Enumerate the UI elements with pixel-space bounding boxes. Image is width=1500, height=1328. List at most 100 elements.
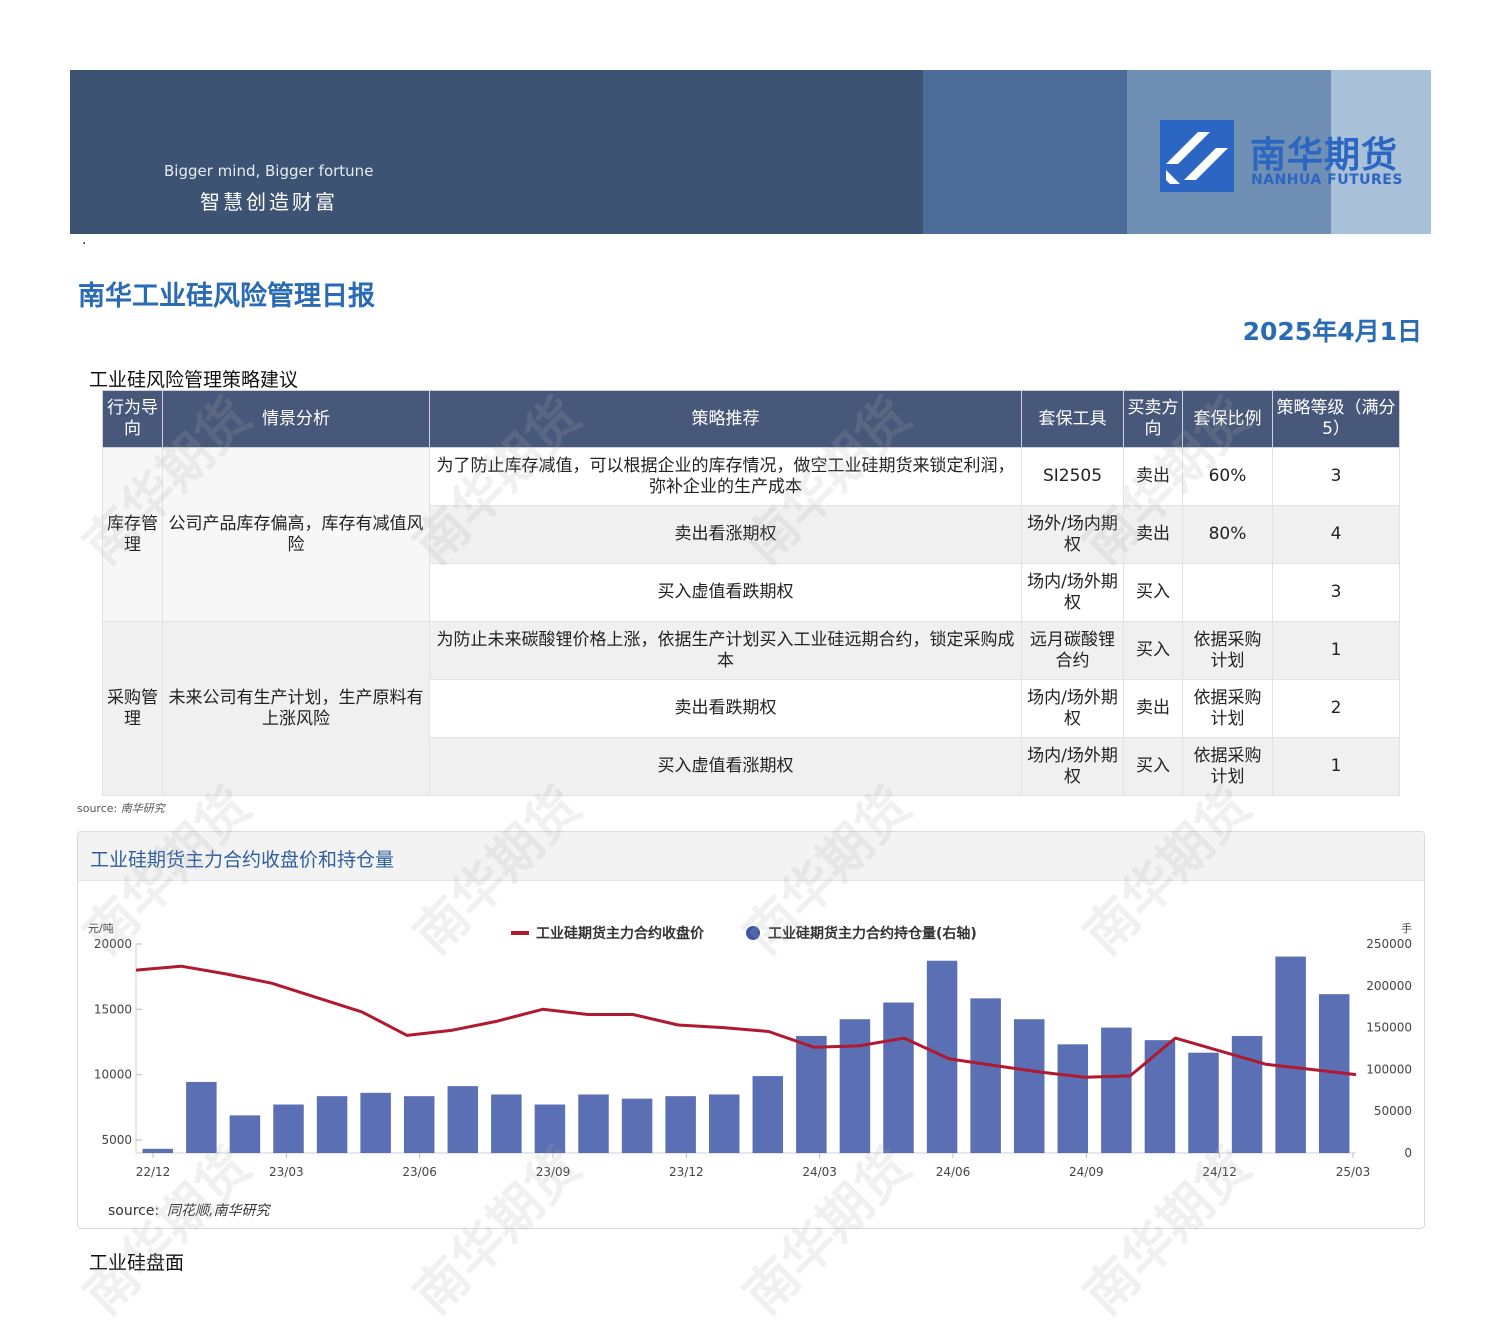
source-label: source: bbox=[77, 802, 118, 815]
open-interest-bar bbox=[665, 1096, 696, 1153]
x-axis-label: 24/09 bbox=[1069, 1165, 1104, 1179]
column-header: 策略推荐 bbox=[429, 390, 1022, 448]
report-title: 南华工业硅风险管理日报 bbox=[78, 281, 375, 312]
side-cell: 买入 bbox=[1123, 563, 1183, 622]
right-axis-label: 250000 bbox=[1366, 937, 1412, 951]
x-axis-label: 24/06 bbox=[936, 1165, 971, 1179]
column-header: 套保比例 bbox=[1182, 390, 1273, 448]
ratio-cell: 依据采购计划 bbox=[1182, 737, 1273, 796]
level-cell: 1 bbox=[1272, 737, 1400, 796]
column-header: 策略等级（满分5） bbox=[1272, 390, 1400, 448]
open-interest-bar bbox=[229, 1115, 261, 1153]
report-date: 2025年4月1日 bbox=[1242, 317, 1422, 346]
bullet-dot: · bbox=[82, 236, 87, 252]
open-interest-bar bbox=[142, 1148, 174, 1153]
level-cell: 1 bbox=[1272, 621, 1400, 680]
open-interest-bar bbox=[708, 1094, 740, 1153]
strategy-cell: 为了防止库存减值，可以根据企业的库存情况，做空工业硅期货来锁定利润，弥补企业的生… bbox=[429, 447, 1022, 506]
open-interest-bar bbox=[360, 1092, 391, 1153]
open-interest-bar bbox=[491, 1094, 522, 1153]
strategy-cell: 买入虚值看涨期权 bbox=[429, 737, 1022, 796]
open-interest-bar bbox=[752, 1076, 784, 1153]
open-interest-bar bbox=[1101, 1027, 1132, 1153]
chart-source-label: source: bbox=[108, 1203, 159, 1219]
table-row: 库存管理 公司产品库存偏高，库存有减值风险 为了防止库存减值，可以根据企业的库存… bbox=[102, 447, 1400, 622]
slogan-chinese: 智慧创造财富 bbox=[200, 190, 338, 214]
ratio-cell bbox=[1182, 563, 1273, 622]
open-interest-bar bbox=[796, 1035, 827, 1153]
tool-cell: 远月碳酸锂合约 bbox=[1021, 621, 1124, 680]
chart-header: 工业硅期货主力合约收盘价和持仓量 bbox=[78, 832, 1424, 881]
x-axis-label: 22/12 bbox=[136, 1165, 171, 1179]
banner-band bbox=[923, 70, 1127, 234]
side-cell: 卖出 bbox=[1123, 505, 1183, 564]
open-interest-bar bbox=[1144, 1040, 1176, 1153]
tool-cell: 场内/场外期权 bbox=[1021, 679, 1124, 738]
level-cell: 3 bbox=[1272, 447, 1400, 506]
legend-price: 工业硅期货主力合约收盘价 bbox=[536, 925, 705, 942]
open-interest-bar bbox=[839, 1019, 871, 1153]
ratio-cell: 60% bbox=[1182, 447, 1273, 506]
level-cell: 4 bbox=[1272, 505, 1400, 564]
open-interest-bar bbox=[403, 1096, 435, 1153]
legend-dot-marker bbox=[746, 926, 760, 940]
chart-card: 工业硅期货主力合约收盘价和持仓量 元/吨 手 工业硅期货主力合约收盘价 工业硅期… bbox=[77, 831, 1425, 1229]
strategy-cell: 买入虚值看跌期权 bbox=[429, 563, 1022, 622]
column-header: 情景分析 bbox=[162, 390, 430, 448]
strategy-cell: 卖出看跌期权 bbox=[429, 679, 1022, 738]
open-interest-bar bbox=[1013, 1019, 1045, 1153]
side-cell: 买入 bbox=[1123, 621, 1183, 680]
ratio-cell: 80% bbox=[1182, 505, 1273, 564]
side-cell: 卖出 bbox=[1123, 679, 1183, 738]
nanhua-logo-icon bbox=[1160, 120, 1234, 192]
side-cell: 卖出 bbox=[1123, 447, 1183, 506]
x-axis-label: 25/03 bbox=[1336, 1165, 1371, 1179]
price-open-interest-chart: 元/吨 手 工业硅期货主力合约收盘价 工业硅期货主力合约持仓量(右轴) 2000… bbox=[88, 921, 1412, 1219]
open-interest-bar bbox=[578, 1094, 609, 1153]
column-header: 行为导向 bbox=[102, 390, 163, 448]
right-axis-label: 100000 bbox=[1366, 1062, 1412, 1076]
open-interest-bar bbox=[970, 998, 1001, 1153]
legend-open-interest: 工业硅期货主力合约持仓量(右轴) bbox=[768, 925, 977, 942]
column-header: 套保工具 bbox=[1021, 390, 1124, 448]
left-axis-unit: 元/吨 bbox=[88, 922, 114, 935]
open-interest-bar bbox=[447, 1086, 479, 1153]
left-axis-label: 20000 bbox=[94, 937, 132, 951]
logo-text-en: NANHUA FUTURES bbox=[1251, 172, 1403, 188]
ratio-cell: 依据采购计划 bbox=[1182, 621, 1273, 680]
level-cell: 3 bbox=[1272, 563, 1400, 622]
level-cell: 2 bbox=[1272, 679, 1400, 738]
chart-title: 工业硅期货主力合约收盘价和持仓量 bbox=[90, 849, 395, 871]
source-text: 南华研究 bbox=[120, 802, 165, 815]
scenario-cell: 未来公司有生产计划，生产原料有上涨风险 bbox=[162, 621, 430, 796]
right-axis-unit: 手 bbox=[1401, 921, 1412, 935]
table-header-row: 行为导向 情景分析 策略推荐 套保工具 买卖方向 套保比例 策略等级（满分5） bbox=[102, 390, 1400, 448]
direction-cell: 库存管理 bbox=[102, 447, 163, 622]
strategy-cell: 卖出看涨期权 bbox=[429, 505, 1022, 564]
x-axis-label: 23/12 bbox=[669, 1165, 704, 1179]
chart-source-text: 同花顺,南华研究 bbox=[167, 1203, 271, 1219]
open-interest-bar bbox=[1057, 1044, 1089, 1153]
section-heading: 工业硅盘面 bbox=[89, 1252, 185, 1274]
header-banner: Bigger mind, Bigger fortune 智慧创造财富 南华期货 … bbox=[70, 70, 1431, 234]
tool-cell: 场内/场外期权 bbox=[1021, 563, 1124, 622]
tool-cell: SI2505 bbox=[1021, 447, 1124, 506]
ratio-cell: 依据采购计划 bbox=[1182, 679, 1273, 738]
open-interest-bar bbox=[883, 1002, 914, 1153]
direction-cell: 采购管理 bbox=[102, 621, 163, 796]
slogan-english: Bigger mind, Bigger fortune bbox=[164, 162, 374, 180]
x-axis-label: 24/12 bbox=[1202, 1165, 1237, 1179]
open-interest-bar bbox=[186, 1081, 217, 1153]
strategy-heading: 工业硅风险管理策略建议 bbox=[89, 369, 299, 391]
open-interest-bar bbox=[316, 1096, 348, 1153]
open-interest-bar bbox=[1231, 1035, 1263, 1153]
open-interest-bar bbox=[534, 1104, 566, 1153]
right-axis-label: 200000 bbox=[1366, 979, 1412, 993]
table-source: source: 南华研究 bbox=[77, 800, 165, 816]
x-axis-label: 23/09 bbox=[536, 1165, 571, 1179]
open-interest-bar bbox=[273, 1104, 304, 1153]
table-row: 采购管理 未来公司有生产计划，生产原料有上涨风险 为防止未来碳酸锂价格上涨，依据… bbox=[102, 621, 1400, 796]
open-interest-bar bbox=[1275, 956, 1306, 1153]
tool-cell: 场内/场外期权 bbox=[1021, 737, 1124, 796]
tool-cell: 场外/场内期权 bbox=[1021, 505, 1124, 564]
